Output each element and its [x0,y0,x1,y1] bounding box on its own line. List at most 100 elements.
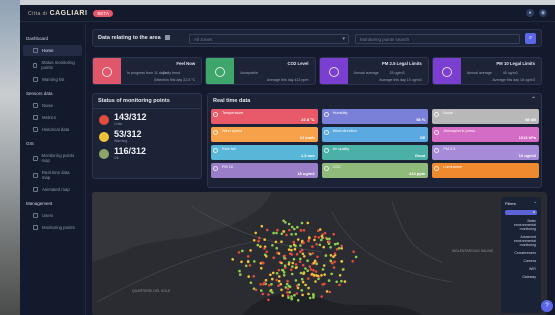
map-point-marker[interactable] [246,255,250,258]
map-point-marker[interactable] [244,264,248,268]
sidebar-item-status-monitoring-points[interactable]: Status monitoring points [23,57,82,73]
map-point-marker[interactable] [283,254,286,258]
map-point-marker[interactable] [275,272,279,275]
map-point-marker[interactable] [267,298,270,302]
map-point-marker[interactable] [260,266,263,270]
map-point-marker[interactable] [275,246,278,250]
status-ok[interactable]: 116/312 Ok [93,143,201,160]
filter-option[interactable]: Camera [503,257,539,265]
map-point-marker[interactable] [329,246,332,249]
map-point-marker[interactable] [304,267,307,270]
map-point-marker[interactable] [290,233,293,236]
map-point-marker[interactable] [316,255,319,259]
map-point-marker[interactable] [303,255,306,258]
map-point-marker[interactable] [237,251,241,254]
map-point-marker[interactable] [324,254,328,257]
map-point-marker[interactable] [299,244,302,247]
filter-option[interactable]: Crossbreezes [503,249,539,257]
map-point-marker[interactable] [293,247,297,251]
map-point-marker[interactable] [332,266,336,269]
map-point-marker[interactable] [300,221,304,225]
monitoring-points-search-input[interactable]: Monitoring points search [355,34,520,44]
map-point-marker[interactable] [299,229,303,232]
map-point-marker[interactable] [299,257,302,261]
help-button[interactable]: ? [541,300,553,312]
map-point-marker[interactable] [279,282,283,286]
real-time-tile[interactable]: PM 10 18 ug/m3 [211,163,318,178]
real-time-tile[interactable]: Humidity 58 % [321,109,429,124]
summary-card-pm10[interactable]: PM 10 Legal Limits Annual average 40 ug/… [431,57,542,85]
map-point-marker[interactable] [252,239,256,242]
map-point-marker[interactable] [292,240,296,244]
real-time-tile[interactable]: Wind speed 12 km/h [211,127,318,142]
map-point-marker[interactable] [231,258,234,261]
sidebar-item-historical-data[interactable]: Historical data [23,124,82,135]
summary-card-co2[interactable]: CO2 Level Acceptable Average this day 41… [205,57,316,85]
map-point-marker[interactable] [288,228,291,232]
map-point-marker[interactable] [294,279,298,282]
map-point-marker[interactable] [290,272,294,276]
real-time-tile[interactable]: PM 2.5 10 ug/m3 [432,145,539,160]
map-point-marker[interactable] [317,236,321,239]
real-time-tile[interactable]: Noise 58 dB [432,109,539,124]
map-point-marker[interactable] [267,284,271,287]
sidebar-item-monitoring-points[interactable]: Monitoring points [23,222,82,233]
map-point-marker[interactable] [307,286,310,290]
map-point-marker[interactable] [283,264,287,267]
map-point-marker[interactable] [253,260,256,263]
map-point-marker[interactable] [272,271,275,275]
map-point-marker[interactable] [332,255,335,259]
map-point-marker[interactable] [295,266,298,269]
map-point-marker[interactable] [320,234,324,238]
map-point-marker[interactable] [296,238,300,241]
map-point-marker[interactable] [312,261,316,265]
map-point-marker[interactable] [249,249,252,252]
map-point-marker[interactable] [286,287,290,290]
map-point-marker[interactable] [321,268,325,271]
map-point-marker[interactable] [290,253,294,256]
map-point-marker[interactable] [323,282,326,286]
filter-option[interactable]: Basic environmental monitoring [503,217,539,233]
sidebar-item-users[interactable]: Users [23,210,82,221]
map-point-marker[interactable] [294,263,298,266]
map-point-marker[interactable] [340,244,343,248]
map-point-marker[interactable] [314,280,317,283]
map-point-marker[interactable] [271,277,274,281]
map-point-marker[interactable] [312,273,316,277]
map-point-marker[interactable] [280,261,283,265]
map-point-marker[interactable] [263,247,266,250]
map-point-marker[interactable] [306,259,309,262]
map-point-marker[interactable] [335,280,338,284]
map-point-marker[interactable] [259,245,262,248]
map-point-marker[interactable] [318,228,322,231]
map-point-marker[interactable] [277,252,281,255]
map-point-marker[interactable] [274,240,278,244]
map-point-marker[interactable] [320,295,323,298]
sidebar-item-metrics[interactable]: Metrics [23,112,82,123]
map-point-marker[interactable] [343,280,347,283]
map-point-marker[interactable] [352,250,355,253]
map-point-marker[interactable] [257,239,260,243]
map-point-marker[interactable] [298,260,302,263]
map-point-marker[interactable] [269,289,272,293]
map-point-marker[interactable] [275,278,278,282]
map-point-marker[interactable] [291,265,294,268]
map-point-marker[interactable] [338,274,342,277]
map-point-marker[interactable] [254,288,258,292]
sidebar-item-home[interactable]: Home [23,45,82,56]
map-point-marker[interactable] [271,244,274,247]
map-point-marker[interactable] [291,261,295,265]
map-point-marker[interactable] [265,255,268,258]
map-point-marker[interactable] [329,259,332,262]
chevron-up-icon[interactable]: ⌃ [534,201,537,206]
collapse-chevron-icon[interactable]: ⌃ [531,96,536,103]
map-point-marker[interactable] [287,296,290,299]
map-point-marker[interactable] [254,231,257,235]
map-point-marker[interactable] [306,269,309,272]
map-point-marker[interactable] [308,265,312,268]
map-point-marker[interactable] [329,254,333,257]
map-point-marker[interactable] [302,241,305,245]
monitoring-map[interactable]: QUARTIERE DEL SOLE MOLENTARGIUS SALINE F… [92,192,547,315]
sidebar-item-real-time-data-map[interactable]: Real time data map [23,167,82,183]
map-point-marker[interactable] [320,274,323,277]
